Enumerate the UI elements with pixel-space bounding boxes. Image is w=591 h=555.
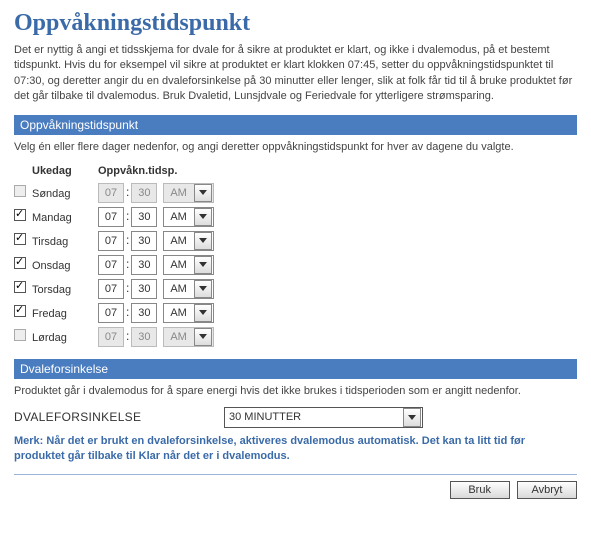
ampm-value: AM (164, 187, 194, 199)
minute-input: 30 (131, 183, 157, 203)
chevron-down-icon[interactable] (194, 232, 212, 250)
page-title: Oppvåkningstidspunkt (14, 10, 577, 37)
hour-input[interactable]: 07 (98, 207, 124, 227)
ampm-value: AM (164, 211, 194, 223)
chevron-down-icon (194, 328, 212, 346)
table-row: Søndag07:30AM (14, 181, 220, 205)
table-row: Torsdag07:30AM (14, 277, 220, 301)
sleep-note: Merk: Når det er brukt en dvaleforsinkel… (14, 434, 577, 465)
ampm-select[interactable]: AM (163, 303, 214, 323)
minute-input[interactable]: 30 (131, 303, 157, 323)
day-checkbox[interactable] (14, 185, 26, 197)
chevron-down-icon[interactable] (403, 408, 421, 427)
ampm-select: AM (163, 327, 214, 347)
ampm-select[interactable]: AM (163, 279, 214, 299)
day-label: Torsdag (32, 284, 92, 296)
ampm-select[interactable]: AM (163, 207, 214, 227)
table-row: Lørdag07:30AM (14, 325, 220, 349)
day-checkbox[interactable] (14, 329, 26, 341)
hour-input[interactable]: 07 (98, 303, 124, 323)
ampm-select: AM (163, 183, 214, 203)
table-row: Fredag07:30AM (14, 301, 220, 325)
chevron-down-icon[interactable] (194, 304, 212, 322)
day-checkbox[interactable] (14, 257, 26, 269)
minute-input[interactable]: 30 (131, 231, 157, 251)
table-row: Tirsdag07:30AM (14, 229, 220, 253)
ampm-value: AM (164, 259, 194, 271)
divider (14, 474, 577, 475)
ampm-value: AM (164, 235, 194, 247)
day-label: Tirsdag (32, 236, 92, 248)
table-row: Onsdag07:30AM (14, 253, 220, 277)
ampm-select[interactable]: AM (163, 231, 214, 251)
minute-input[interactable]: 30 (131, 279, 157, 299)
chevron-down-icon[interactable] (194, 208, 212, 226)
sleep-section-desc: Produktet går i dvalemodus for å spare e… (14, 385, 577, 397)
day-label: Søndag (32, 188, 92, 200)
day-checkbox[interactable] (14, 281, 26, 293)
day-checkbox[interactable] (14, 209, 26, 221)
day-label: Fredag (32, 308, 92, 320)
ampm-select[interactable]: AM (163, 255, 214, 275)
hour-input[interactable]: 07 (98, 279, 124, 299)
wake-section-header: Oppvåkningstidspunkt (14, 115, 577, 135)
hour-input[interactable]: 07 (98, 231, 124, 251)
cancel-button[interactable]: Avbryt (517, 481, 577, 499)
day-label: Lørdag (32, 332, 92, 344)
wake-schedule-table: Ukedag Oppvåkn.tidsp. Søndag07:30AMManda… (14, 163, 220, 349)
wake-section-desc: Velg én eller flere dager nedenfor, og a… (14, 141, 577, 153)
sleep-delay-label: DVALEFORSINKELSE (14, 410, 224, 424)
sleep-delay-value: 30 MINUTTER (225, 411, 403, 423)
apply-button[interactable]: Bruk (450, 481, 510, 499)
chevron-down-icon[interactable] (194, 280, 212, 298)
day-checkbox[interactable] (14, 233, 26, 245)
minute-input: 30 (131, 327, 157, 347)
minute-input[interactable]: 30 (131, 207, 157, 227)
col-waketime: Oppvåkn.tidsp. (98, 163, 220, 181)
ampm-value: AM (164, 307, 194, 319)
day-label: Mandag (32, 212, 92, 224)
ampm-value: AM (164, 331, 194, 343)
chevron-down-icon (194, 184, 212, 202)
sleep-section-header: Dvaleforsinkelse (14, 359, 577, 379)
hour-input[interactable]: 07 (98, 255, 124, 275)
hour-input: 07 (98, 183, 124, 203)
ampm-value: AM (164, 283, 194, 295)
col-weekday: Ukedag (32, 163, 98, 181)
sleep-delay-select[interactable]: 30 MINUTTER (224, 407, 423, 428)
day-label: Onsdag (32, 260, 92, 272)
minute-input[interactable]: 30 (131, 255, 157, 275)
page-intro: Det er nyttig å angi et tidsskjema for d… (14, 43, 577, 105)
chevron-down-icon[interactable] (194, 256, 212, 274)
hour-input: 07 (98, 327, 124, 347)
day-checkbox[interactable] (14, 305, 26, 317)
table-row: Mandag07:30AM (14, 205, 220, 229)
